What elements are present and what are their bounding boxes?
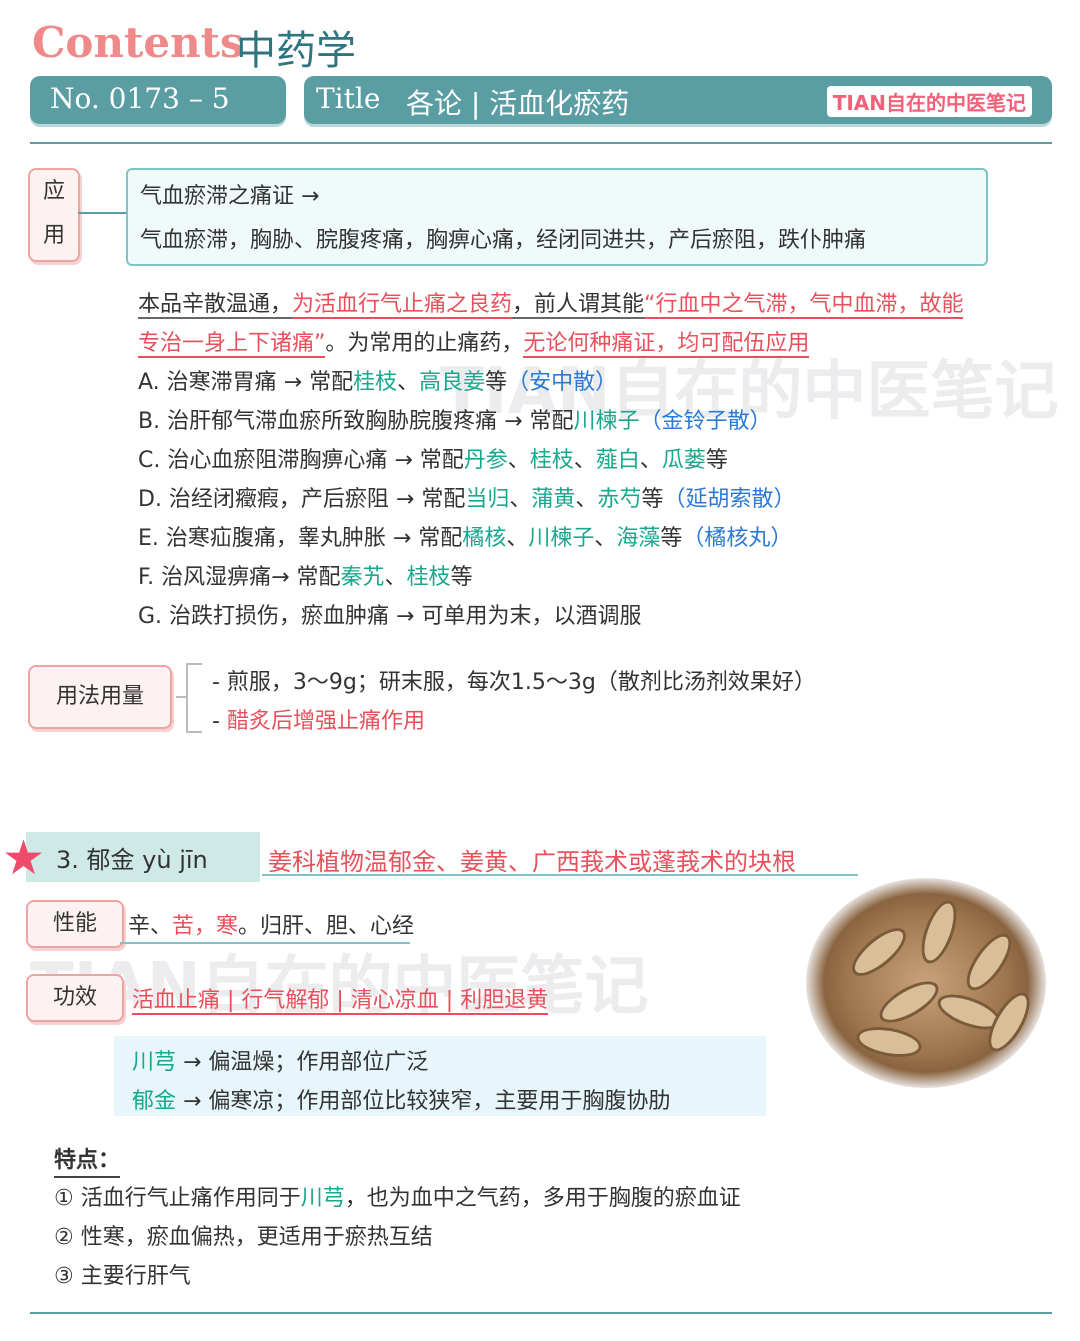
list-item: C. 治心血瘀阻滞胸痹心痛 → 常配丹参、桂枝、薤白、瓜蒌等 (138, 448, 728, 473)
feature-item: ② 性寒，瘀血偏热，更适用于瘀热互结 (54, 1225, 433, 1250)
feature-item: ③ 主要行肝气 (54, 1264, 191, 1289)
number-badge: No. 0173 – 5 (30, 76, 286, 124)
summary-line-2: 专治一身上下诸痛”。为常用的止痛药，无论何种痛证，均可配伍应用 (138, 331, 810, 358)
list-item: B. 治肝郁气滞血瘀所致胸胁脘腹疼痛 → 常配川楝子（金铃子散） (138, 409, 772, 434)
application-tag: 应 用 (28, 168, 80, 262)
header-divider (30, 142, 1052, 144)
list-item: G. 治跌打损伤，瘀血肿痛 → 可单用为末，以酒调服 (138, 604, 642, 629)
comparison-row: 川芎 → 偏温燥；作用部位广泛 (132, 1050, 429, 1075)
herb-photo (806, 878, 1046, 1088)
effects-text: 活血止痛 | 行气解郁 | 清心凉血 | 利胆退黄 (132, 988, 549, 1015)
comparison-row: 郁金 → 偏寒凉；作用部位比较狭窄，主要用于胸腹协肋 (132, 1089, 671, 1114)
tag-char: 用 (42, 223, 65, 248)
summary-line-1: 本品辛散温通，为活血行气止痛之良药，前人谓其能“行血中之气滞，气中血滞，故能 (138, 292, 964, 319)
effects-tag: 功效 (26, 974, 124, 1022)
star-icon: ★ (2, 830, 46, 886)
footer-divider (30, 1312, 1052, 1314)
application-heading: 气血瘀滞之痛证 → (140, 184, 320, 209)
properties-text: 辛、苦，寒。归肝、胆、心经 (128, 914, 415, 939)
list-item: A. 治寒滞胃痛 → 常配桂枝、高良姜等（安中散） (138, 370, 618, 395)
contents-label: Contents (32, 18, 244, 67)
herb-source: 姜科植物温郁金、姜黄、广西莪术或蓬莪术的块根 (268, 848, 796, 876)
features-title: 特点： (54, 1142, 121, 1178)
application-box: 气血瘀滞之痛证 → 气血瘀滞，胸胁、脘腹疼痛，胸痹心痛，经闭同进共，产后瘀阻，跌… (126, 168, 988, 266)
number-text: No. 0173 – 5 (50, 82, 230, 115)
herb-title: 3. 郁金 yù jīn (56, 846, 208, 874)
title-label: Title (316, 82, 381, 115)
subject-title: 中药学 (236, 28, 356, 74)
bracket-tick (176, 696, 188, 698)
connector-line (78, 212, 126, 214)
list-item: D. 治经闭癥瘕，产后瘀阻 → 常配当归、蒲黄、赤芍等（延胡索散） (138, 487, 796, 512)
bracket (186, 663, 202, 733)
usage-line-1: - 煎服，3～9g；研末服，每次1.5～3g（散剂比汤剂效果好） (212, 670, 816, 695)
list-item: F. 治风湿痹痛→ 常配秦艽、桂枝等 (138, 565, 473, 590)
tag-char: 应 (42, 179, 65, 204)
brand-logo: TIAN自在的中医笔记 (826, 86, 1032, 117)
usage-line-2: - 醋炙后增强止痛作用 (212, 709, 425, 734)
comparison-box: 川芎 → 偏温燥；作用部位广泛 郁金 → 偏寒凉；作用部位比较狭窄，主要用于胸腹… (114, 1036, 766, 1116)
feature-item: ① 活血行气止痛作用同于川芎，也为血中之气药，多用于胸腹的瘀血证 (54, 1186, 741, 1211)
title-text: 各论 | 活血化瘀药 (406, 87, 630, 120)
list-item: E. 治寒疝腹痛，睾丸肿胀 → 常配橘核、川楝子、海藻等（橘核丸） (138, 526, 793, 551)
title-bar: Title 各论 | 活血化瘀药 TIAN自在的中医笔记 (304, 76, 1052, 124)
usage-tag: 用法用量 (28, 665, 172, 729)
properties-tag: 性能 (26, 900, 124, 948)
application-indications: 气血瘀滞，胸胁、脘腹疼痛，胸痹心痛，经闭同进共，产后瘀阻，跌仆肿痛 (140, 228, 867, 253)
properties-underline (120, 942, 410, 944)
